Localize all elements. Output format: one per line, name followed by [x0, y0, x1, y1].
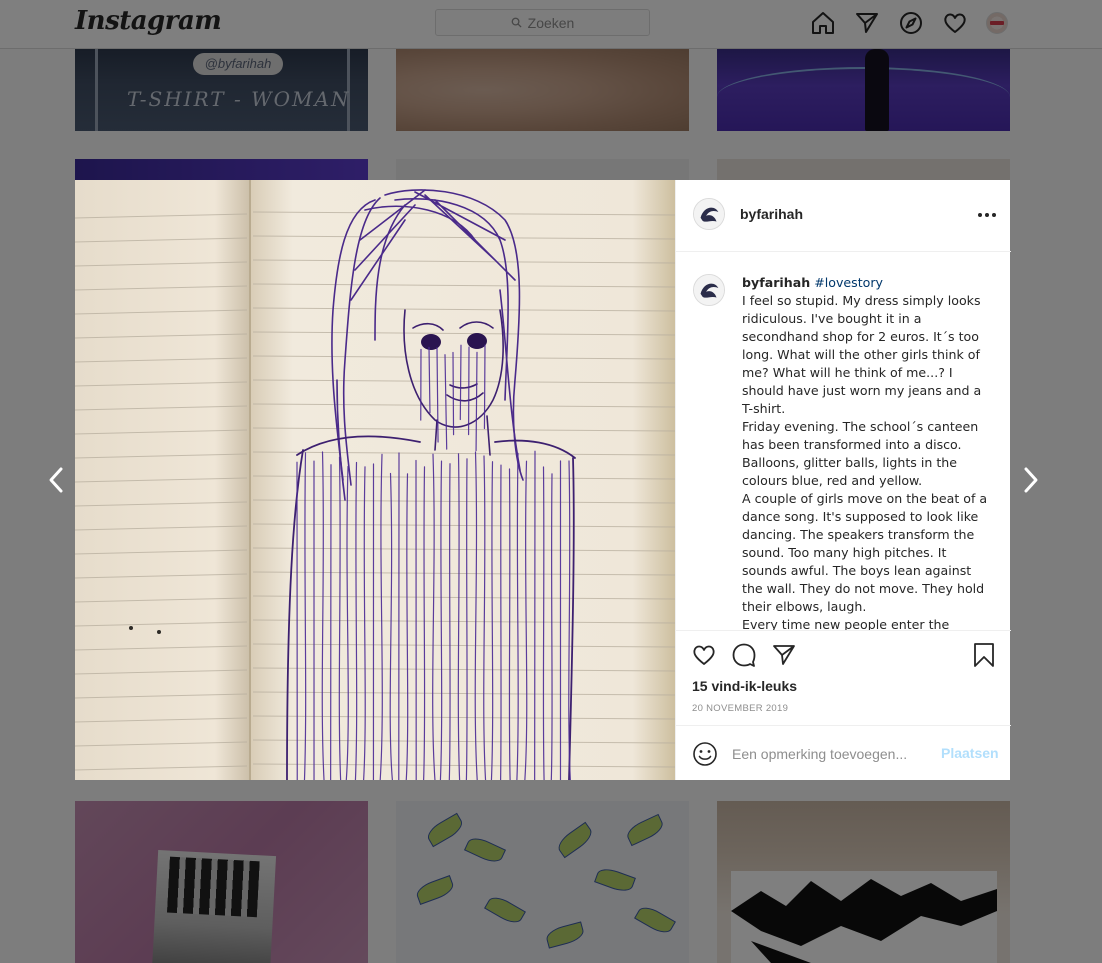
comment-bar: Plaatsen: [676, 725, 1011, 781]
caption-paragraph: Friday evening. The school´s canteen has…: [742, 419, 979, 488]
previous-post-arrow-icon[interactable]: [42, 465, 72, 495]
caption-text: byfarihah #lovestory I feel so stupid. M…: [742, 274, 992, 630]
caption-hashtag[interactable]: #lovestory: [814, 275, 883, 290]
caption-paragraph: Every time new people enter the: [742, 617, 950, 630]
author-username[interactable]: byfarihah: [740, 206, 803, 222]
caption-paragraph: I feel so stupid. My dress simply looks …: [742, 293, 982, 416]
share-icon[interactable]: [771, 642, 797, 668]
post-image[interactable]: [75, 180, 675, 780]
comment-input[interactable]: [732, 744, 922, 764]
caption-author-avatar[interactable]: [693, 274, 725, 306]
more-options-icon[interactable]: [976, 207, 998, 223]
save-bookmark-icon[interactable]: [971, 642, 997, 668]
post-header: byfarihah: [676, 180, 1011, 252]
author-avatar[interactable]: [693, 198, 725, 230]
like-count[interactable]: 15 vind-ik-leuks: [692, 678, 797, 694]
caption-username[interactable]: byfarihah: [742, 275, 810, 290]
like-heart-icon[interactable]: [691, 642, 717, 668]
post-comment-button[interactable]: Plaatsen: [941, 745, 999, 761]
caption-paragraph: A couple of girls move on the beat of a …: [742, 491, 988, 614]
post-actions: 15 vind-ik-leuks 20 NOVEMBER 2019 Plaats…: [676, 630, 1011, 780]
post-date[interactable]: 20 NOVEMBER 2019: [692, 703, 788, 714]
emoji-icon[interactable]: [692, 741, 718, 767]
sketch-illustration: [75, 180, 675, 780]
comment-icon[interactable]: [731, 642, 757, 668]
caption-scroll-area[interactable]: byfarihah #lovestory I feel so stupid. M…: [676, 252, 1011, 630]
post-modal: byfarihah byfarihah #lovestory I feel so…: [75, 180, 1011, 780]
next-post-arrow-icon[interactable]: [1015, 465, 1045, 495]
post-details-panel: byfarihah byfarihah #lovestory I feel so…: [675, 180, 1011, 780]
